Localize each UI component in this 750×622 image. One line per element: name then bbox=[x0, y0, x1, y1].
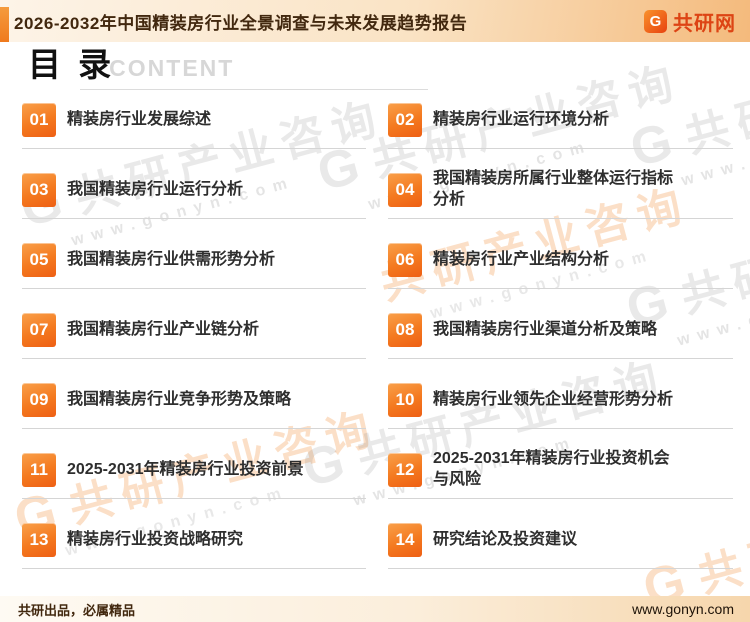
item-number-badge: 06 bbox=[388, 243, 422, 277]
item-number-badge: 02 bbox=[388, 103, 422, 137]
toc-item-09[interactable]: 09 我国精装房行业竞争形势及策略 bbox=[22, 374, 368, 444]
item-label: 精装房行业发展综述 bbox=[67, 110, 211, 131]
footer-website-link[interactable]: www.gonyn.com bbox=[632, 601, 734, 617]
toc-item-06[interactable]: 06 精装房行业产业结构分析 bbox=[388, 234, 735, 304]
toc-item-08[interactable]: 08 我国精装房行业渠道分析及策略 bbox=[388, 304, 735, 374]
item-label: 我国精装房行业产业链分析 bbox=[67, 320, 259, 341]
item-divider bbox=[22, 498, 366, 499]
item-divider bbox=[388, 218, 733, 219]
toc-item-10[interactable]: 10 精装房行业领先企业经营形势分析 bbox=[388, 374, 735, 444]
item-number-badge: 05 bbox=[22, 243, 56, 277]
item-label: 精装房行业产业结构分析 bbox=[433, 250, 609, 271]
toc-grid: 01 精装房行业发展综述 02 精装房行业运行环境分析 03 我国精装房行业运行… bbox=[22, 94, 735, 584]
toc-heading: 目 录 CONTENT bbox=[28, 48, 234, 81]
toc-item-12[interactable]: 12 2025-2031年精装房行业投资机会 与风险 bbox=[388, 444, 735, 514]
item-divider bbox=[22, 148, 366, 149]
item-divider bbox=[22, 568, 366, 569]
item-divider bbox=[22, 358, 366, 359]
toc-item-04[interactable]: 04 我国精装房所属行业整体运行指标 分析 bbox=[388, 164, 735, 234]
report-title: 2026-2032年中国精装房行业全景调查与未来发展趋势报告 bbox=[14, 9, 467, 34]
logo-text: 共研网 bbox=[673, 7, 736, 36]
item-number-badge: 09 bbox=[22, 383, 56, 417]
item-number-badge: 11 bbox=[22, 453, 56, 487]
toc-item-02[interactable]: 02 精装房行业运行环境分析 bbox=[388, 94, 735, 164]
item-number-badge: 10 bbox=[388, 383, 422, 417]
item-divider bbox=[388, 568, 733, 569]
item-divider bbox=[22, 428, 366, 429]
item-label: 2025-2031年精装房行业投资机会 与风险 bbox=[433, 449, 670, 491]
item-number-badge: 14 bbox=[388, 523, 422, 557]
item-label: 我国精装房所属行业整体运行指标 分析 bbox=[433, 169, 673, 211]
item-label: 我国精装房行业供需形势分析 bbox=[67, 250, 275, 271]
logo-g-icon: G bbox=[644, 10, 667, 33]
item-number-badge: 01 bbox=[22, 103, 56, 137]
item-number-badge: 03 bbox=[22, 173, 56, 207]
site-logo[interactable]: G 共研网 bbox=[644, 7, 736, 36]
item-divider bbox=[388, 498, 733, 499]
item-divider bbox=[388, 428, 733, 429]
item-divider bbox=[22, 288, 366, 289]
toc-item-13[interactable]: 13 精装房行业投资战略研究 bbox=[22, 514, 368, 584]
item-number-badge: 13 bbox=[22, 523, 56, 557]
toc-item-01[interactable]: 01 精装房行业发展综述 bbox=[22, 94, 368, 164]
item-label: 我国精装房行业运行分析 bbox=[67, 180, 243, 201]
item-number-badge: 07 bbox=[22, 313, 56, 347]
item-label: 2025-2031年精装房行业投资前景 bbox=[67, 460, 304, 481]
item-label: 精装房行业投资战略研究 bbox=[67, 530, 243, 551]
item-label: 精装房行业领先企业经营形势分析 bbox=[433, 390, 673, 411]
item-label: 研究结论及投资建议 bbox=[433, 530, 577, 551]
toc-title-english: CONTENT bbox=[109, 57, 234, 80]
toc-title-chinese: 目 录 bbox=[28, 48, 115, 81]
item-number-badge: 08 bbox=[388, 313, 422, 347]
toc-item-03[interactable]: 03 我国精装房行业运行分析 bbox=[22, 164, 368, 234]
item-divider bbox=[22, 218, 366, 219]
toc-item-07[interactable]: 07 我国精装房行业产业链分析 bbox=[22, 304, 368, 374]
item-label: 精装房行业运行环境分析 bbox=[433, 110, 609, 131]
item-divider bbox=[388, 358, 733, 359]
item-label: 我国精装房行业竞争形势及策略 bbox=[67, 390, 291, 411]
toc-item-14[interactable]: 14 研究结论及投资建议 bbox=[388, 514, 735, 584]
page-footer: 共研出品，必属精品 www.gonyn.com bbox=[0, 596, 750, 622]
toc-item-05[interactable]: 05 我国精装房行业供需形势分析 bbox=[22, 234, 368, 304]
item-divider bbox=[388, 148, 733, 149]
item-label: 我国精装房行业渠道分析及策略 bbox=[433, 320, 657, 341]
item-divider bbox=[388, 288, 733, 289]
item-number-badge: 04 bbox=[388, 173, 422, 207]
toc-item-11[interactable]: 11 2025-2031年精装房行业投资前景 bbox=[22, 444, 368, 514]
header-accent-strip bbox=[0, 7, 9, 42]
page-header: 2026-2032年中国精装房行业全景调查与未来发展趋势报告 G 共研网 bbox=[0, 0, 750, 42]
footer-slogan: 共研出品，必属精品 bbox=[18, 600, 135, 619]
item-number-badge: 12 bbox=[388, 453, 422, 487]
heading-underline bbox=[80, 89, 428, 90]
toc-page: 2026-2032年中国精装房行业全景调查与未来发展趋势报告 G 共研网 G 共研… bbox=[0, 0, 750, 622]
